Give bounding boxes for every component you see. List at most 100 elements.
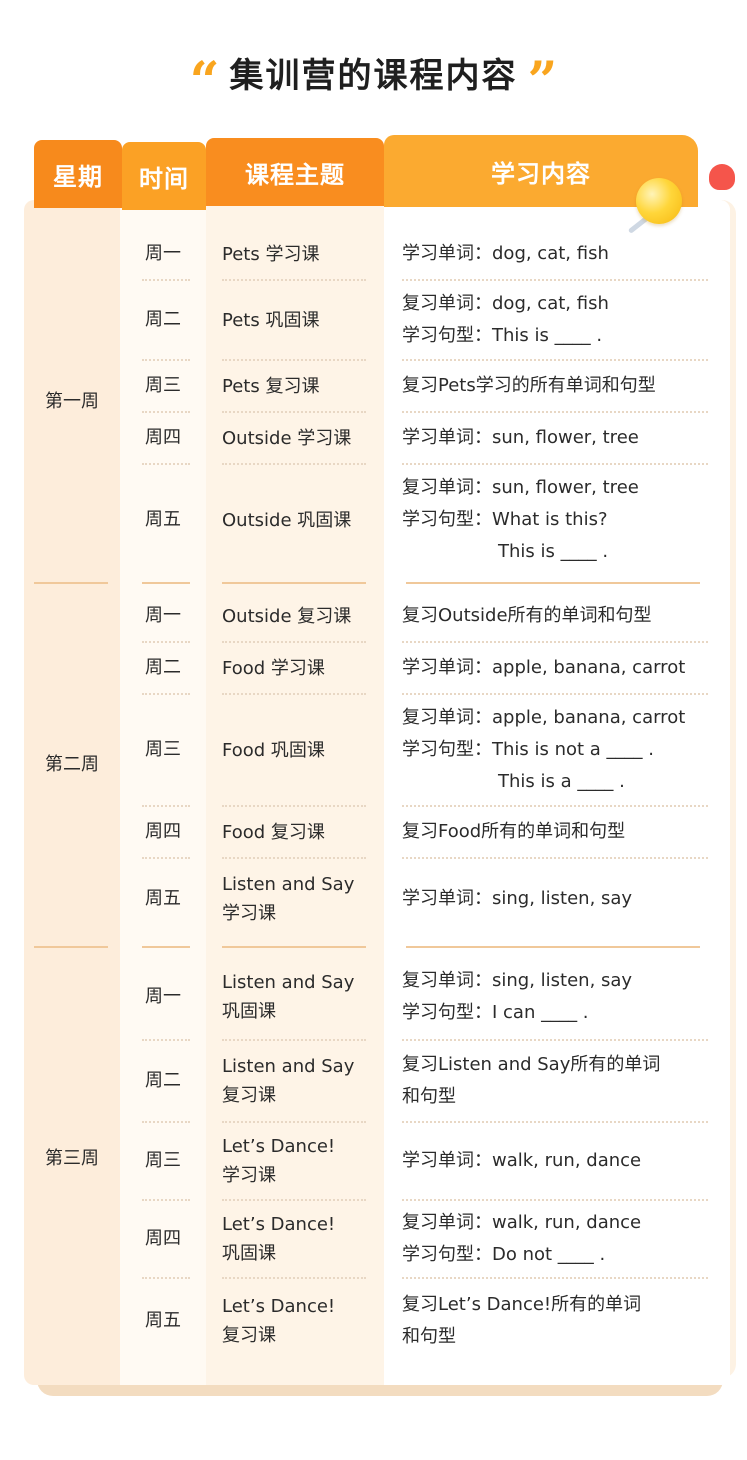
header-time: 时间 bbox=[122, 142, 206, 210]
week-divider bbox=[34, 946, 108, 948]
content-line: 学习单词：sing, listen, say bbox=[402, 888, 633, 909]
content-line: This is a ____ . bbox=[498, 771, 625, 792]
topic-cell: Listen and Say 巩固课 bbox=[206, 954, 384, 1040]
content-line: 学习单词：walk, run, dance bbox=[402, 1150, 642, 1171]
content-line: 复习Outside所有的单词和句型 bbox=[402, 605, 652, 626]
topic-line: 学习课 bbox=[222, 903, 276, 924]
content-line: 复习Let’s Dance!所有的单词 bbox=[402, 1294, 642, 1315]
topic-line: Pets 复习课 bbox=[222, 375, 320, 397]
week-divider bbox=[406, 946, 700, 948]
content-line: 和句型 bbox=[402, 1086, 456, 1107]
topic-cell: Listen and Say 学习课 bbox=[206, 858, 384, 940]
content-cell: 学习单词：sun, flower, tree bbox=[384, 412, 730, 464]
day-cell: 周三 bbox=[145, 739, 181, 760]
topic-cell: Outside 巩固课 bbox=[206, 464, 384, 576]
content-cell: 复习单词：walk, run, dance 学习句型：Do not ____ . bbox=[384, 1200, 730, 1278]
content-line: 学习句型：Do not ____ . bbox=[402, 1244, 606, 1265]
content-cell: 复习Pets学习的所有单词和句型 bbox=[384, 360, 730, 412]
topic-line: Listen and Say bbox=[222, 874, 355, 895]
topic-line: Listen and Say bbox=[222, 1056, 355, 1077]
day-cell: 周三 bbox=[145, 375, 181, 396]
lollipop-icon bbox=[636, 178, 682, 224]
red-drop-icon bbox=[709, 164, 735, 190]
week-divider bbox=[142, 582, 190, 584]
content-line: 复习Food所有的单词和句型 bbox=[402, 821, 626, 842]
topic-line: Food 巩固课 bbox=[222, 739, 325, 761]
topic-line: Food 学习课 bbox=[222, 657, 325, 679]
topic-cell: Let’s Dance! 学习课 bbox=[206, 1122, 384, 1200]
topic-cell: Pets 巩固课 bbox=[206, 280, 384, 360]
content-cell: 学习单词：dog, cat, fish bbox=[384, 228, 730, 280]
day-cell: 周五 bbox=[145, 509, 181, 530]
week-label: 第三周 bbox=[45, 1148, 99, 1169]
topic-line: Listen and Say bbox=[222, 972, 355, 993]
topic-cell: Food 学习课 bbox=[206, 642, 384, 694]
content-line: This is ____ . bbox=[498, 541, 609, 562]
week-divider bbox=[406, 582, 700, 584]
content-cell: 复习Let’s Dance!所有的单词 和句型 bbox=[384, 1278, 730, 1364]
week-label: 第一周 bbox=[45, 391, 99, 412]
content-line: 复习单词：walk, run, dance bbox=[402, 1212, 642, 1233]
day-cell: 周二 bbox=[145, 657, 181, 678]
quote-open-icon: “ bbox=[189, 51, 220, 112]
title-bar: “集训营的课程内容” bbox=[0, 48, 747, 110]
topic-cell: Let’s Dance! 巩固课 bbox=[206, 1200, 384, 1278]
week-divider bbox=[34, 582, 108, 584]
content-line: 复习单词：dog, cat, fish bbox=[402, 293, 609, 314]
content-cell: 学习单词：walk, run, dance bbox=[384, 1122, 730, 1200]
day-cell: 周四 bbox=[145, 821, 181, 842]
header-week: 星期 bbox=[34, 140, 122, 208]
content-line: 复习单词：sing, listen, say bbox=[402, 970, 633, 991]
topic-line: Let’s Dance! bbox=[222, 1136, 336, 1157]
content-line: 学习单词：sun, flower, tree bbox=[402, 427, 639, 448]
week-divider bbox=[142, 946, 190, 948]
topic-line: 巩固课 bbox=[222, 1001, 276, 1022]
day-cell: 周二 bbox=[145, 309, 181, 330]
quote-close-icon: ” bbox=[527, 51, 558, 112]
week-divider bbox=[222, 582, 366, 584]
content-cell: 复习单词：dog, cat, fish 学习句型：This is ____ . bbox=[384, 280, 730, 360]
topic-cell: Pets 复习课 bbox=[206, 360, 384, 412]
content-line: 学习句型：I can ____ . bbox=[402, 1002, 589, 1023]
content-line: 和句型 bbox=[402, 1326, 456, 1347]
content-cell: 复习Outside所有的单词和句型 bbox=[384, 590, 730, 642]
day-cell: 周一 bbox=[145, 243, 181, 264]
content-line: 学习句型：This is not a ____ . bbox=[402, 739, 654, 760]
topic-cell: Let’s Dance! 复习课 bbox=[206, 1278, 384, 1364]
content-cell: 复习Listen and Say所有的单词 和句型 bbox=[384, 1040, 730, 1122]
topic-line: Pets 巩固课 bbox=[222, 309, 320, 331]
topic-line: Pets 学习课 bbox=[222, 243, 320, 265]
topic-line: Let’s Dance! bbox=[222, 1296, 336, 1317]
topic-cell: Outside 复习课 bbox=[206, 590, 384, 642]
page-title: 集训营的课程内容 bbox=[229, 56, 518, 96]
day-cell: 周四 bbox=[145, 1228, 181, 1249]
week-divider bbox=[222, 946, 366, 948]
header-topic: 课程主题 bbox=[206, 138, 384, 206]
content-cell: 复习单词：sing, listen, say 学习句型：I can ____ . bbox=[384, 954, 730, 1040]
topic-line: 复习课 bbox=[222, 1325, 276, 1346]
topic-line: Let’s Dance! bbox=[222, 1214, 336, 1235]
content-line: 学习句型：This is ____ . bbox=[402, 325, 603, 346]
content-line: 复习Pets学习的所有单词和句型 bbox=[402, 375, 656, 396]
day-cell: 周五 bbox=[145, 888, 181, 909]
day-cell: 周二 bbox=[145, 1070, 181, 1091]
topic-line: 学习课 bbox=[222, 1165, 276, 1186]
topic-line: 复习课 bbox=[222, 1085, 276, 1106]
content-cell: 学习单词：apple, banana, carrot bbox=[384, 642, 730, 694]
day-cell: 周一 bbox=[145, 605, 181, 626]
topic-cell: Food 复习课 bbox=[206, 806, 384, 858]
content-line: 学习单词：apple, banana, carrot bbox=[402, 657, 686, 678]
topic-cell: Outside 学习课 bbox=[206, 412, 384, 464]
content-line: 复习单词：apple, banana, carrot bbox=[402, 707, 686, 728]
day-cell: 周一 bbox=[145, 986, 181, 1007]
day-cell: 周三 bbox=[145, 1150, 181, 1171]
topic-line: Outside 学习课 bbox=[222, 427, 352, 449]
topic-line: 巩固课 bbox=[222, 1243, 276, 1264]
topic-line: Outside 巩固课 bbox=[222, 509, 352, 531]
content-line: 复习Listen and Say所有的单词 bbox=[402, 1054, 661, 1075]
content-line: 学习句型：What is this? bbox=[402, 509, 608, 530]
content-line: 学习单词：dog, cat, fish bbox=[402, 243, 609, 264]
topic-cell: Food 巩固课 bbox=[206, 694, 384, 806]
content-cell: 复习单词：sun, flower, tree 学习句型：What is this?… bbox=[384, 464, 730, 576]
day-cell: 周四 bbox=[145, 427, 181, 448]
